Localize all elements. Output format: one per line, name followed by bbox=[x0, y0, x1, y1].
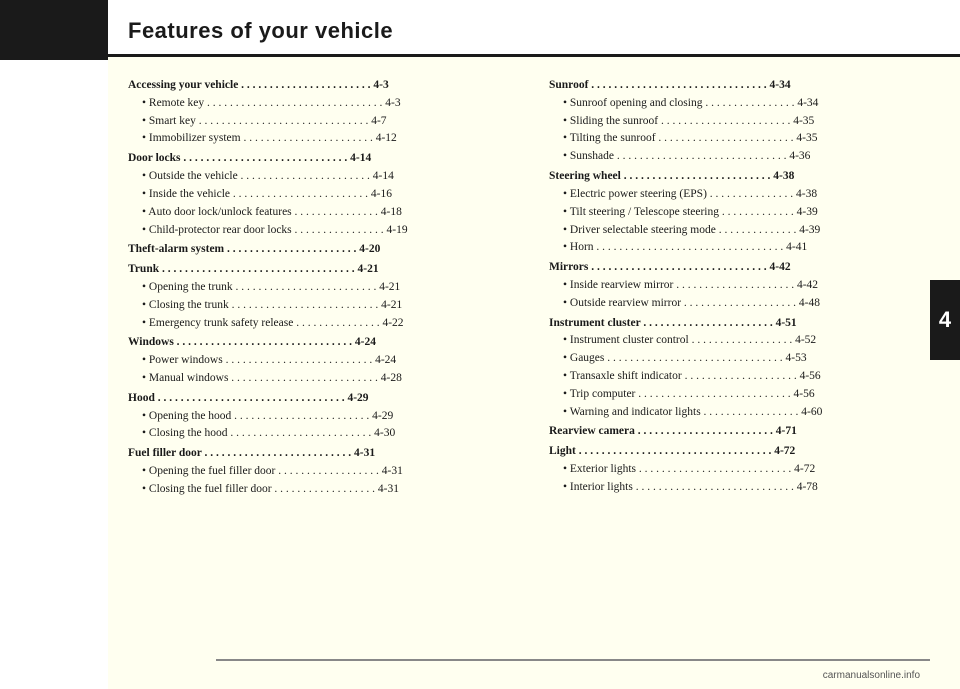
toc-item: • Closing the trunk . . . . . . . . . . … bbox=[128, 297, 519, 315]
toc-item: • Opening the hood . . . . . . . . . . .… bbox=[128, 408, 519, 426]
toc-item: • Closing the hood . . . . . . . . . . .… bbox=[128, 425, 519, 443]
toc-item: • Horn . . . . . . . . . . . . . . . . .… bbox=[549, 239, 940, 257]
toc-item: • Closing the fuel filler door . . . . .… bbox=[128, 481, 519, 499]
toc-item: • Instrument cluster control . . . . . .… bbox=[549, 332, 940, 350]
toc-item: • Emergency trunk safety release . . . .… bbox=[128, 315, 519, 333]
toc-item: Rearview camera . . . . . . . . . . . . … bbox=[549, 423, 940, 441]
toc-item: • Exterior lights . . . . . . . . . . . … bbox=[549, 461, 940, 479]
chapter-number: 4 bbox=[939, 307, 951, 333]
toc-item: • Immobilizer system . . . . . . . . . .… bbox=[128, 130, 519, 148]
toc-item: • Opening the fuel filler door . . . . .… bbox=[128, 463, 519, 481]
toc-item: • Manual windows . . . . . . . . . . . .… bbox=[128, 370, 519, 388]
toc-item: • Inside rearview mirror . . . . . . . .… bbox=[549, 277, 940, 295]
toc-item: • Outside the vehicle . . . . . . . . . … bbox=[128, 168, 519, 186]
toc-item: • Smart key . . . . . . . . . . . . . . … bbox=[128, 113, 519, 131]
toc-item: Accessing your vehicle . . . . . . . . .… bbox=[128, 77, 519, 95]
toc-item: • Tilting the sunroof . . . . . . . . . … bbox=[549, 130, 940, 148]
toc-item: Fuel filler door . . . . . . . . . . . .… bbox=[128, 445, 519, 463]
toc-item: • Sunroof opening and closing . . . . . … bbox=[549, 95, 940, 113]
toc-item: • Remote key . . . . . . . . . . . . . .… bbox=[128, 95, 519, 113]
toc-item: Theft-alarm system . . . . . . . . . . .… bbox=[128, 241, 519, 259]
toc-item: Instrument cluster . . . . . . . . . . .… bbox=[549, 315, 940, 333]
left-black-block bbox=[0, 0, 108, 60]
toc-item: Mirrors . . . . . . . . . . . . . . . . … bbox=[549, 259, 940, 277]
toc-item: • Trip computer . . . . . . . . . . . . … bbox=[549, 386, 940, 404]
toc-item: Door locks . . . . . . . . . . . . . . .… bbox=[128, 150, 519, 168]
page-header: Features of your vehicle bbox=[108, 0, 960, 57]
content-area: Accessing your vehicle . . . . . . . . .… bbox=[108, 57, 960, 689]
toc-item: • Warning and indicator lights . . . . .… bbox=[549, 404, 940, 422]
page-title: Features of your vehicle bbox=[128, 18, 393, 43]
page-wrapper: Features of your vehicle Accessing your … bbox=[0, 0, 960, 689]
toc-item: • Child-protector rear door locks . . . … bbox=[128, 222, 519, 240]
toc-item: • Power windows . . . . . . . . . . . . … bbox=[128, 352, 519, 370]
toc-item: • Inside the vehicle . . . . . . . . . .… bbox=[128, 186, 519, 204]
chapter-tab: 4 bbox=[930, 280, 960, 360]
toc-item: • Electric power steering (EPS) . . . . … bbox=[549, 186, 940, 204]
toc-item: • Sliding the sunroof . . . . . . . . . … bbox=[549, 113, 940, 131]
toc-item: Hood . . . . . . . . . . . . . . . . . .… bbox=[128, 390, 519, 408]
left-sidebar bbox=[0, 0, 108, 689]
toc-item: • Sunshade . . . . . . . . . . . . . . .… bbox=[549, 148, 940, 166]
toc-left-column: Accessing your vehicle . . . . . . . . .… bbox=[128, 75, 519, 674]
toc-item: • Auto door lock/unlock features . . . .… bbox=[128, 204, 519, 222]
toc-item: • Driver selectable steering mode . . . … bbox=[549, 222, 940, 240]
toc-item: • Transaxle shift indicator . . . . . . … bbox=[549, 368, 940, 386]
main-content: Features of your vehicle Accessing your … bbox=[108, 0, 960, 689]
toc-item: • Tilt steering / Telescope steering . .… bbox=[549, 204, 940, 222]
toc-item: Trunk . . . . . . . . . . . . . . . . . … bbox=[128, 261, 519, 279]
toc-item: Windows . . . . . . . . . . . . . . . . … bbox=[128, 334, 519, 352]
footer-watermark: carmanualsonline.info bbox=[823, 670, 920, 681]
toc-item: Light . . . . . . . . . . . . . . . . . … bbox=[549, 443, 940, 461]
toc-item: • Opening the trunk . . . . . . . . . . … bbox=[128, 279, 519, 297]
toc-item: • Interior lights . . . . . . . . . . . … bbox=[549, 479, 940, 497]
toc-item: Steering wheel . . . . . . . . . . . . .… bbox=[549, 168, 940, 186]
toc-item: • Gauges . . . . . . . . . . . . . . . .… bbox=[549, 350, 940, 368]
toc-right-column: Sunroof . . . . . . . . . . . . . . . . … bbox=[549, 75, 940, 674]
footer-line bbox=[216, 659, 930, 661]
toc-item: Sunroof . . . . . . . . . . . . . . . . … bbox=[549, 77, 940, 95]
toc-item: • Outside rearview mirror . . . . . . . … bbox=[549, 295, 940, 313]
